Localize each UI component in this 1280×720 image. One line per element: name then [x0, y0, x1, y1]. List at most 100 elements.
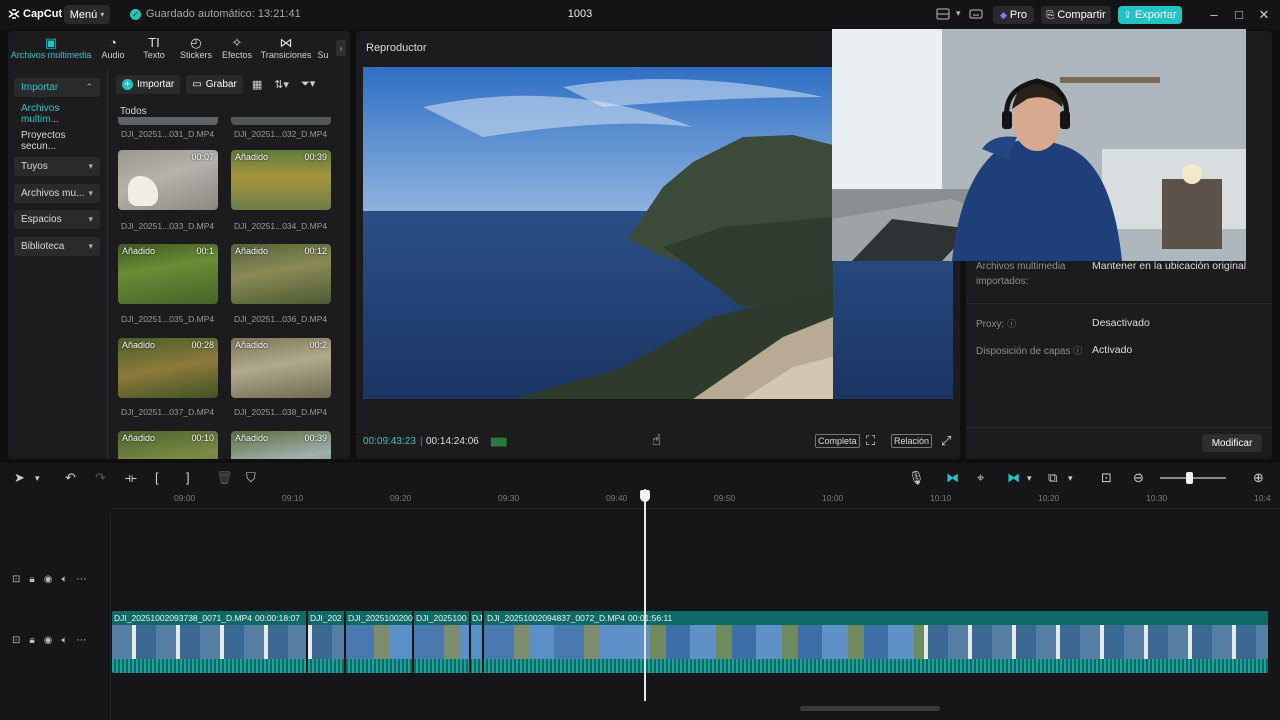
lock-icon[interactable]: 🔒︎ — [29, 635, 34, 646]
marker-icon[interactable]: ⛉ — [246, 470, 256, 486]
project-title[interactable]: 1003 — [560, 8, 600, 20]
microphone-icon[interactable]: 🎙 — [908, 470, 925, 486]
sidebar-item-secondary-projects[interactable]: Proyectos secun... — [14, 130, 100, 152]
tabs-next-icon[interactable]: › — [336, 40, 346, 56]
linkage-icon[interactable]: ⧓ — [1007, 470, 1020, 486]
info-icon[interactable]: ⓘ — [1073, 346, 1082, 356]
lock-icon[interactable]: 🔒︎ — [29, 574, 34, 585]
zoom-slider-handle[interactable] — [1186, 472, 1193, 484]
media-thumbnail[interactable]: Añadido 00:10 — [118, 431, 218, 459]
select-dropdown-icon[interactable]: ▾ — [35, 473, 40, 484]
preview-axis-icon[interactable]: ⧉ — [1048, 470, 1057, 486]
keyboard-icon[interactable] — [969, 8, 983, 23]
fullscreen-icon[interactable]: ⤢ — [941, 433, 951, 449]
speaker-icon[interactable]: 🔈︎ — [61, 635, 67, 646]
chevron-down-icon: ▾ — [88, 188, 93, 198]
snap-icon[interactable]: ⌖ — [977, 470, 984, 486]
media-thumbnail[interactable] — [118, 117, 218, 125]
speaker-icon[interactable]: 🔈︎ — [61, 574, 67, 585]
linkage-dropdown-icon[interactable]: ▾ — [1027, 473, 1032, 484]
media-filename: DJI_20251...037_D.MP4 — [121, 407, 215, 417]
link-main-track-icon[interactable]: ⧓ — [946, 470, 959, 486]
detail-value: Mantener en la ubicación original — [1092, 260, 1247, 272]
timeline-scrollbar[interactable] — [800, 706, 940, 711]
tab-stickers[interactable]: ◴ Stickers — [176, 31, 216, 65]
maximize-icon[interactable]: □ — [1232, 7, 1246, 22]
sidebar-item-import[interactable]: Importar ⌃ — [14, 78, 100, 97]
media-thumbnail[interactable]: Añadido 00:2 — [231, 338, 331, 398]
media-duration: 00:39 — [304, 433, 327, 443]
redo-icon[interactable]: ↷ — [95, 470, 106, 486]
chevron-down-icon: ▾ — [100, 10, 105, 19]
tab-audio[interactable]: ◔ Audio — [94, 31, 132, 65]
webcam-overlay — [832, 29, 1246, 261]
sidebar-item-media-files-2[interactable]: Archivos mu... ▾ — [14, 184, 100, 203]
preview-dropdown-icon[interactable]: ▾ — [1068, 473, 1073, 484]
close-icon[interactable]: ✕ — [1257, 7, 1271, 23]
tab-subtitles[interactable]: Su — [314, 31, 332, 65]
media-filename: DJI_20251...036_D.MP4 — [234, 314, 328, 324]
more-icon[interactable]: ⋯ — [76, 635, 86, 646]
time-ruler[interactable]: 09:00 09:10 09:20 09:30 09:40 09:50 10:0… — [112, 493, 1280, 509]
layout-icon[interactable] — [936, 8, 950, 23]
menu-button[interactable]: Menú ▾ — [64, 5, 110, 24]
main-track-controls: ⊡ 🔒︎ ◉ 🔈︎ ⋯ — [12, 635, 86, 646]
sidebar-item-spaces[interactable]: Espacios ▾ — [14, 210, 100, 229]
media-thumbnail[interactable]: Añadido 00:39 — [231, 431, 331, 459]
zoom-slider[interactable] — [1160, 477, 1226, 479]
media-grid: DJI_20251...031_D.MP4 DJI_20251...032_D.… — [116, 117, 350, 459]
more-icon[interactable]: ⋯ — [76, 574, 86, 585]
sidebar-item-label: Archivos multim... — [21, 102, 60, 125]
media-thumbnail[interactable]: 00:07 — [118, 150, 218, 210]
split-icon[interactable]: ⟛ — [125, 470, 137, 486]
screenshot-icon[interactable]: ⛶ — [866, 433, 875, 449]
added-badge: Añadido — [235, 246, 269, 256]
cover-icon[interactable]: ⊡ — [12, 574, 20, 585]
media-thumbnail[interactable]: Añadido 00:28 — [118, 338, 218, 398]
media-thumbnail[interactable]: Añadido 00:1 — [118, 244, 218, 304]
sidebar-item-media-files[interactable]: Archivos multim... — [14, 102, 100, 125]
fit-timeline-icon[interactable]: ⊡ — [1101, 470, 1112, 486]
tab-text[interactable]: TI Texto — [132, 31, 176, 65]
complete-button[interactable]: Completa — [815, 434, 860, 448]
export-button[interactable]: ⇪ Exportar — [1118, 6, 1182, 24]
grid-view-icon[interactable]: ▦ — [249, 78, 265, 91]
trim-right-icon[interactable]: ] — [186, 470, 190, 485]
share-button[interactable]: ⎘ Compartir — [1041, 6, 1111, 24]
zoom-out-icon[interactable]: ⊖ — [1133, 470, 1144, 486]
filter-icon[interactable]: ⏷▾ — [298, 77, 318, 91]
eye-icon[interactable]: ◉ — [44, 574, 53, 585]
undo-icon[interactable]: ↶ — [65, 470, 76, 486]
timecode-format-icon[interactable]: ▆▆ — [491, 436, 506, 447]
sidebar-item-label: Espacios — [21, 214, 62, 225]
pro-button[interactable]: ◆ Pro — [993, 6, 1034, 24]
playhead-handle[interactable] — [640, 490, 650, 502]
tab-transitions[interactable]: ⋈ Transiciones — [258, 31, 314, 65]
modify-button[interactable]: Modificar — [1202, 434, 1262, 452]
sidebar-item-library[interactable]: Biblioteca ▾ — [14, 237, 100, 256]
media-thumbnail[interactable]: Añadido 00:39 — [231, 150, 331, 210]
trim-left-icon[interactable]: [ — [155, 470, 159, 485]
ratio-button[interactable]: Relación — [891, 434, 933, 448]
ruler-tick: 09:30 — [498, 493, 520, 503]
media-thumbnail[interactable]: Añadido 00:12 — [231, 244, 331, 304]
select-tool-icon[interactable]: ➤ — [14, 470, 25, 486]
playhead[interactable] — [644, 489, 646, 701]
delete-icon[interactable]: 🗑 — [216, 470, 233, 486]
eye-icon[interactable]: ◉ — [44, 635, 53, 646]
record-label: Grabar — [205, 78, 237, 90]
media-duration: 00:12 — [304, 246, 327, 256]
import-button[interactable]: + Importar — [116, 74, 181, 94]
main-video-track[interactable]: DJI_20251002093738_0071_D.MP4 00:00:18:0… — [112, 611, 1268, 673]
tab-media[interactable]: ▣ Archivos multimedia — [8, 31, 94, 65]
cover-icon[interactable]: ⊡ — [12, 635, 20, 646]
sort-icon[interactable]: ⇅▾ — [271, 78, 292, 91]
tab-effects[interactable]: ✧ Efectos — [216, 31, 258, 65]
zoom-in-icon[interactable]: ⊕ — [1253, 470, 1264, 486]
media-thumbnail[interactable] — [231, 117, 331, 125]
record-button[interactable]: ▭ Grabar — [186, 74, 243, 94]
minimize-icon[interactable]: – — [1207, 7, 1221, 22]
layout-dropdown-icon[interactable]: ▾ — [956, 8, 961, 19]
info-icon[interactable]: ⓘ — [1007, 319, 1016, 329]
sidebar-item-yours[interactable]: Tuyos ▾ — [14, 157, 100, 176]
